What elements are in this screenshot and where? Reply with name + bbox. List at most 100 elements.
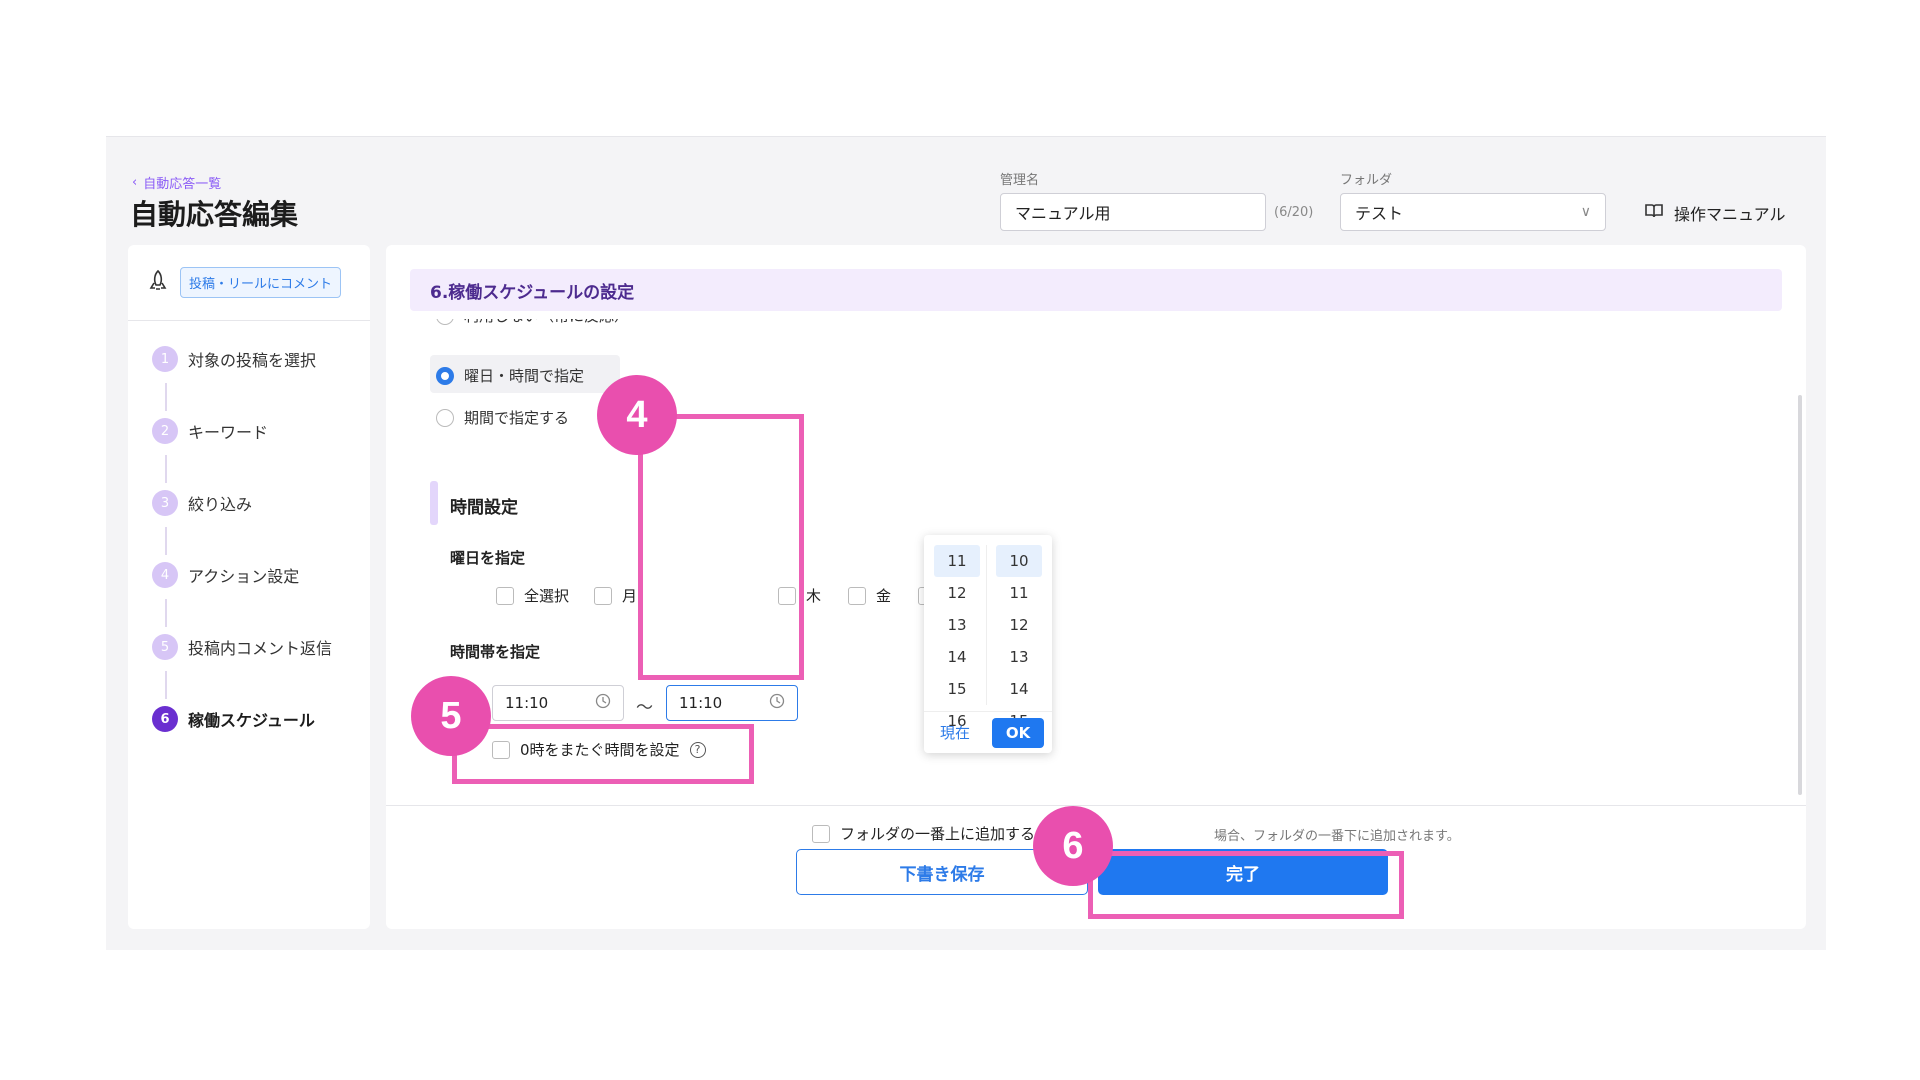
end-time-input[interactable]: 11:10 (666, 685, 798, 721)
picker-divider (986, 545, 987, 705)
checkbox[interactable] (812, 824, 830, 843)
range-separator: ～ (636, 698, 653, 718)
name-label: 管理名 (1000, 173, 1040, 188)
time-picker-dropdown: 11 12 13 14 15 16 10 11 12 13 14 15 現在 O… (924, 535, 1052, 753)
start-time-value: 11:10 (505, 694, 549, 712)
sidebar: 投稿・リールにコメント 1 対象の投稿を選択 2 キーワード 3 絞り込み 4 … (128, 245, 370, 929)
hour-option[interactable]: 12 (934, 577, 980, 609)
start-time-input[interactable]: 11:10 (492, 685, 624, 721)
checkbox[interactable] (848, 586, 866, 605)
step-connector (165, 599, 167, 627)
radio-button[interactable] (436, 366, 454, 385)
book-icon (1644, 203, 1664, 223)
step-label: 稼働スケジュール (188, 711, 315, 730)
weekday-select-all[interactable]: 全選択 (496, 585, 569, 606)
step-badge-5: 5 (411, 676, 491, 756)
folder-label: フォルダ (1340, 173, 1393, 188)
radio-label: 期間で指定する (464, 409, 570, 427)
footer-note: 場合、フォルダの一番下に追加されます。 (1214, 829, 1460, 844)
weekday-mon[interactable]: 月 (594, 585, 637, 606)
radio-label: 曜日・時間で指定 (464, 367, 585, 385)
subsection-marker (430, 481, 438, 525)
step-connector (165, 455, 167, 483)
breadcrumb-label[interactable]: 自動応答一覧 (143, 173, 221, 192)
timerange-label: 時間帯を指定 (450, 643, 541, 661)
step-number: 6 (152, 706, 178, 732)
step-label: 投稿内コメント返信 (188, 639, 333, 658)
radio-button[interactable] (436, 408, 454, 427)
folder-top-label: フォルダの一番上に追加する (840, 825, 1036, 843)
step-connector (165, 383, 167, 411)
minute-option[interactable]: 11 (996, 577, 1042, 609)
step-item-target-post[interactable]: 1 対象の投稿を選択 (152, 345, 370, 373)
weekday-fri[interactable]: 金 (848, 585, 891, 606)
clock-icon (595, 693, 611, 713)
step-label: アクション設定 (188, 567, 300, 586)
time-section-title: 時間設定 (450, 498, 518, 518)
step-number: 3 (152, 490, 178, 516)
post-type-badge: 投稿・リールにコメント (180, 267, 342, 298)
step-number: 2 (152, 418, 178, 444)
minute-option[interactable]: 10 (996, 545, 1042, 577)
now-button[interactable]: 現在 (940, 722, 970, 743)
folder-select[interactable]: テスト ∨ (1340, 193, 1606, 231)
name-input[interactable]: マニュアル用 (1000, 193, 1266, 231)
hour-option[interactable]: 15 (934, 673, 980, 705)
clock-icon (769, 693, 785, 713)
minute-column[interactable]: 10 11 12 13 14 15 (996, 545, 1042, 737)
highlight-box-complete (1088, 851, 1404, 919)
step-badge-6: 6 (1033, 806, 1113, 886)
folder-top-checkbox-row[interactable]: フォルダの一番上に追加する (812, 823, 1035, 844)
chevron-left-icon: ‹ (132, 175, 138, 190)
checkbox-label: 月 (622, 587, 638, 605)
steps-list: 1 対象の投稿を選択 2 キーワード 3 絞り込み 4 アクション設定 5 投稿… (128, 321, 370, 733)
checkbox-label: 全選択 (524, 587, 570, 605)
step-label: 対象の投稿を選択 (188, 351, 317, 370)
step-number: 1 (152, 346, 178, 372)
manual-link[interactable]: 操作マニュアル (1644, 201, 1786, 225)
step-label: 絞り込み (188, 495, 253, 514)
section-title: 6.稼働スケジュールの設定 (410, 269, 1782, 311)
minute-option[interactable]: 13 (996, 641, 1042, 673)
step-badge-4: 4 (597, 375, 677, 455)
rocket-icon (148, 269, 168, 297)
chevron-down-icon: ∨ (1580, 204, 1591, 220)
folder-select-value: テスト (1355, 204, 1404, 223)
hour-column[interactable]: 11 12 13 14 15 16 (934, 545, 980, 737)
page-title: 自動応答編集 (130, 198, 299, 231)
breadcrumb[interactable]: ‹ 自動応答一覧 (132, 173, 221, 192)
hour-option[interactable]: 11 (934, 545, 980, 577)
highlight-box-time-picker (638, 414, 804, 680)
end-time-value: 11:10 (679, 694, 723, 712)
step-item-filter[interactable]: 3 絞り込み (152, 489, 370, 517)
radio-weekday-time[interactable]: 曜日・時間で指定 (436, 365, 584, 386)
step-item-keyword[interactable]: 2 キーワード (152, 417, 370, 445)
checkbox[interactable] (496, 586, 514, 605)
hour-option[interactable]: 14 (934, 641, 980, 673)
step-item-comment-reply[interactable]: 5 投稿内コメント返信 (152, 633, 370, 661)
app-window: ‹ 自動応答一覧 自動応答編集 管理名 マニュアル用 (6/20) フォルダ テ… (106, 136, 1826, 950)
step-label: キーワード (188, 423, 269, 442)
minute-option[interactable]: 14 (996, 673, 1042, 705)
radio-period[interactable]: 期間で指定する (436, 407, 569, 428)
weekday-label: 曜日を指定 (450, 549, 526, 567)
step-number: 5 (152, 634, 178, 660)
scrollbar[interactable] (1798, 395, 1802, 795)
step-connector (165, 527, 167, 555)
minute-option[interactable]: 12 (996, 609, 1042, 641)
ok-button[interactable]: OK (992, 717, 1044, 748)
step-item-action[interactable]: 4 アクション設定 (152, 561, 370, 589)
picker-footer: 現在 OK (924, 711, 1052, 753)
step-item-schedule[interactable]: 6 稼働スケジュール (152, 705, 370, 733)
sidebar-header: 投稿・リールにコメント (128, 245, 370, 321)
step-number: 4 (152, 562, 178, 588)
checkbox[interactable] (594, 586, 612, 605)
checkbox-label: 木 (806, 587, 822, 605)
name-counter: (6/20) (1274, 205, 1314, 220)
step-connector (165, 671, 167, 699)
manual-link-label: 操作マニュアル (1674, 205, 1786, 224)
footer-divider (386, 805, 1806, 806)
highlight-box-overnight (452, 724, 754, 784)
hour-option[interactable]: 13 (934, 609, 980, 641)
checkbox-label: 金 (876, 587, 892, 605)
